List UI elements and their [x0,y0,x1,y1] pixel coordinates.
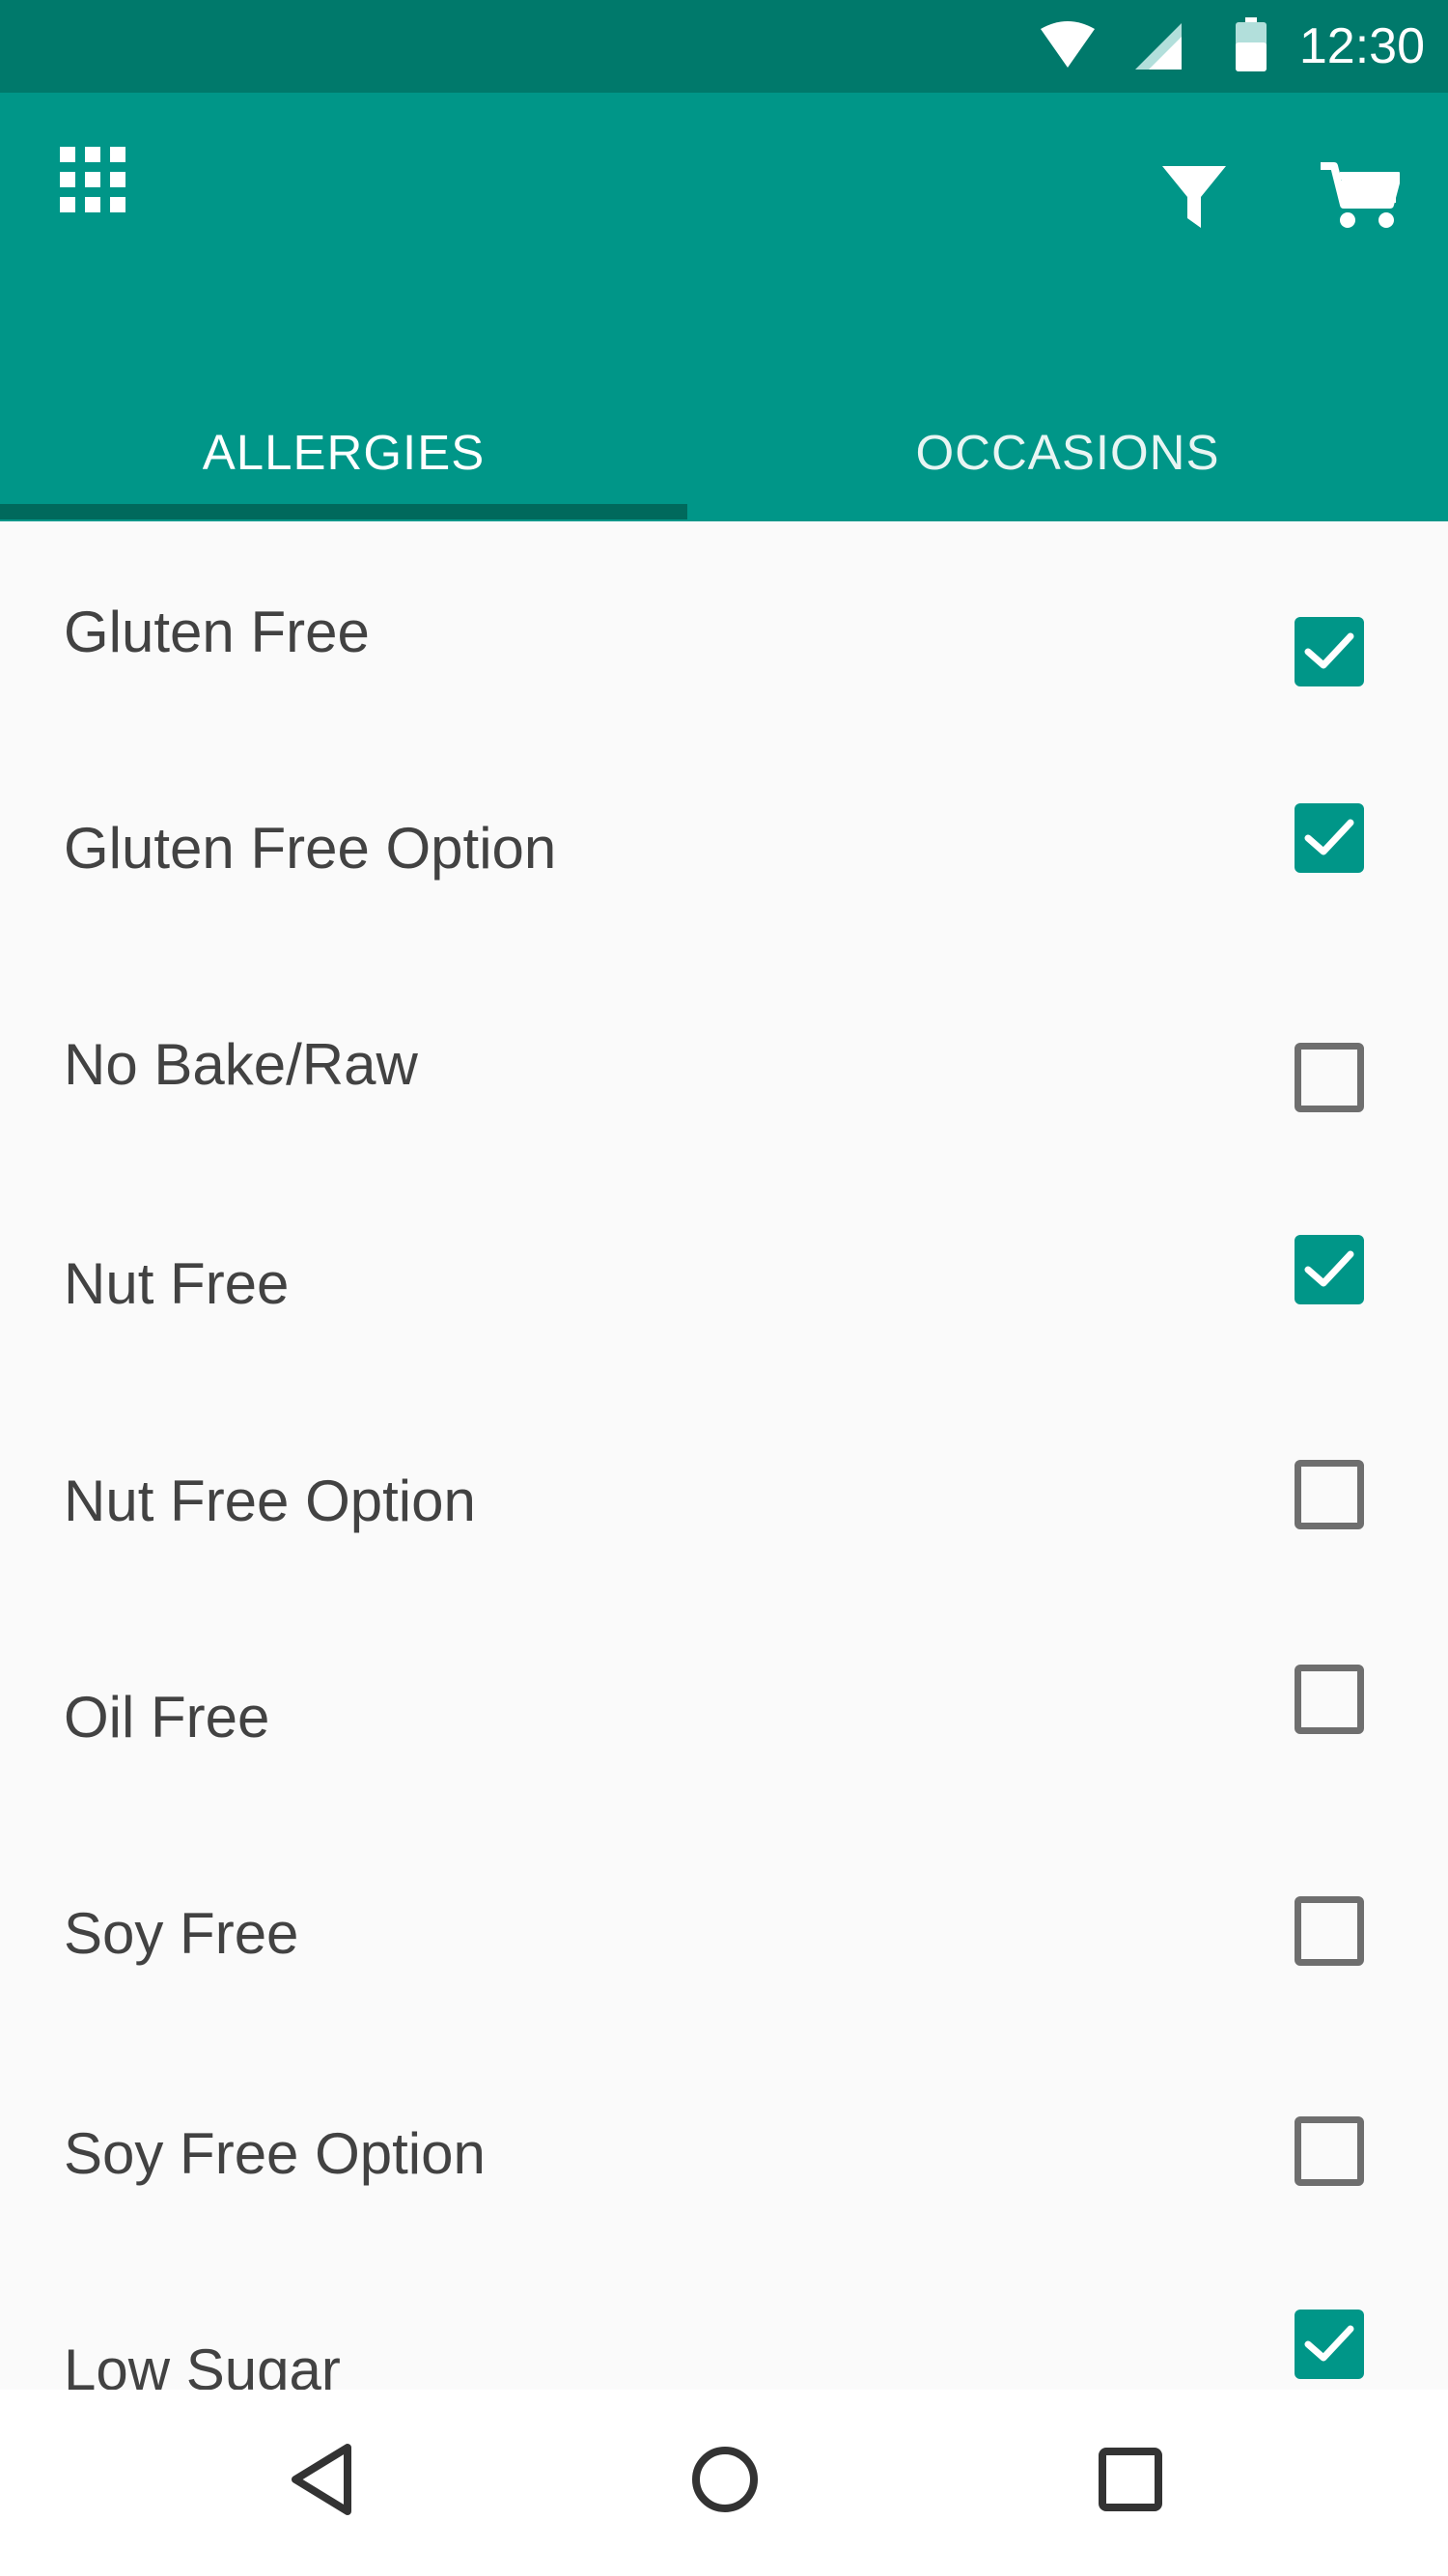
list-item-label: Nut Free [64,1251,290,1316]
list-item[interactable]: Nut Free [0,1235,1448,1443]
list-item[interactable]: Gluten Free [0,599,1448,792]
list-item-label: Soy Free Option [64,2121,486,2186]
checkbox-unchecked[interactable] [1295,1460,1364,1529]
filter-list: Gluten Free Gluten Free Option No Bake/R… [0,521,1448,2390]
list-item[interactable]: No Bake/Raw [0,1031,1448,1224]
check-icon [1304,1250,1354,1287]
app-bar: ALLERGIES OCCASIONS [0,93,1448,521]
checkbox-checked[interactable] [1295,1235,1364,1304]
cart-icon[interactable] [1321,162,1402,230]
checkbox-unchecked[interactable] [1295,1043,1364,1112]
check-icon [1304,632,1354,669]
filter-icon[interactable] [1160,162,1228,230]
list-item-label: Gluten Free Option [64,816,557,881]
list-item-label: Nut Free Option [64,1469,476,1533]
battery-icon [1236,17,1267,76]
tab-occasions[interactable]: OCCASIONS [687,382,1448,521]
tab-indicator [0,504,687,519]
list-item[interactable]: Gluten Free Option [0,803,1448,1008]
list-item-label: Soy Free [64,1901,299,1966]
checkbox-checked[interactable] [1295,2310,1364,2379]
list-item-label: Low Sugar [64,2338,341,2390]
check-icon [1304,819,1354,855]
list-item[interactable]: Soy Free [0,1896,1448,2093]
navigation-bar [0,2390,1448,2576]
signal-icon [1135,23,1182,74]
list-item[interactable]: Low Sugar [0,2310,1448,2390]
checkbox-unchecked[interactable] [1295,1665,1364,1734]
checkbox-unchecked[interactable] [1295,2116,1364,2186]
apps-grid-icon[interactable] [60,147,125,212]
tab-occasions-label: OCCASIONS [915,424,1220,480]
tab-allergies[interactable]: ALLERGIES [0,382,687,521]
status-time: 12:30 [1298,18,1425,74]
home-icon[interactable] [682,2436,768,2523]
list-item[interactable]: Nut Free Option [0,1460,1448,1661]
list-item-label: Gluten Free [64,600,370,664]
status-bar: 12:30 [0,0,1448,93]
list-item-label: Oil Free [64,1685,270,1750]
list-item[interactable]: Oil Free [0,1665,1448,1877]
recents-icon[interactable] [1087,2436,1174,2523]
list-item[interactable]: Soy Free Option [0,2116,1448,2313]
check-icon [1304,2325,1354,2362]
wifi-icon [1041,21,1095,74]
checkbox-checked[interactable] [1295,617,1364,686]
checkbox-unchecked[interactable] [1295,1896,1364,1966]
back-icon[interactable] [280,2436,367,2523]
list-item-label: No Bake/Raw [64,1032,418,1097]
checkbox-checked[interactable] [1295,803,1364,873]
tab-allergies-label: ALLERGIES [202,424,486,480]
tab-bar: ALLERGIES OCCASIONS [0,382,1448,521]
